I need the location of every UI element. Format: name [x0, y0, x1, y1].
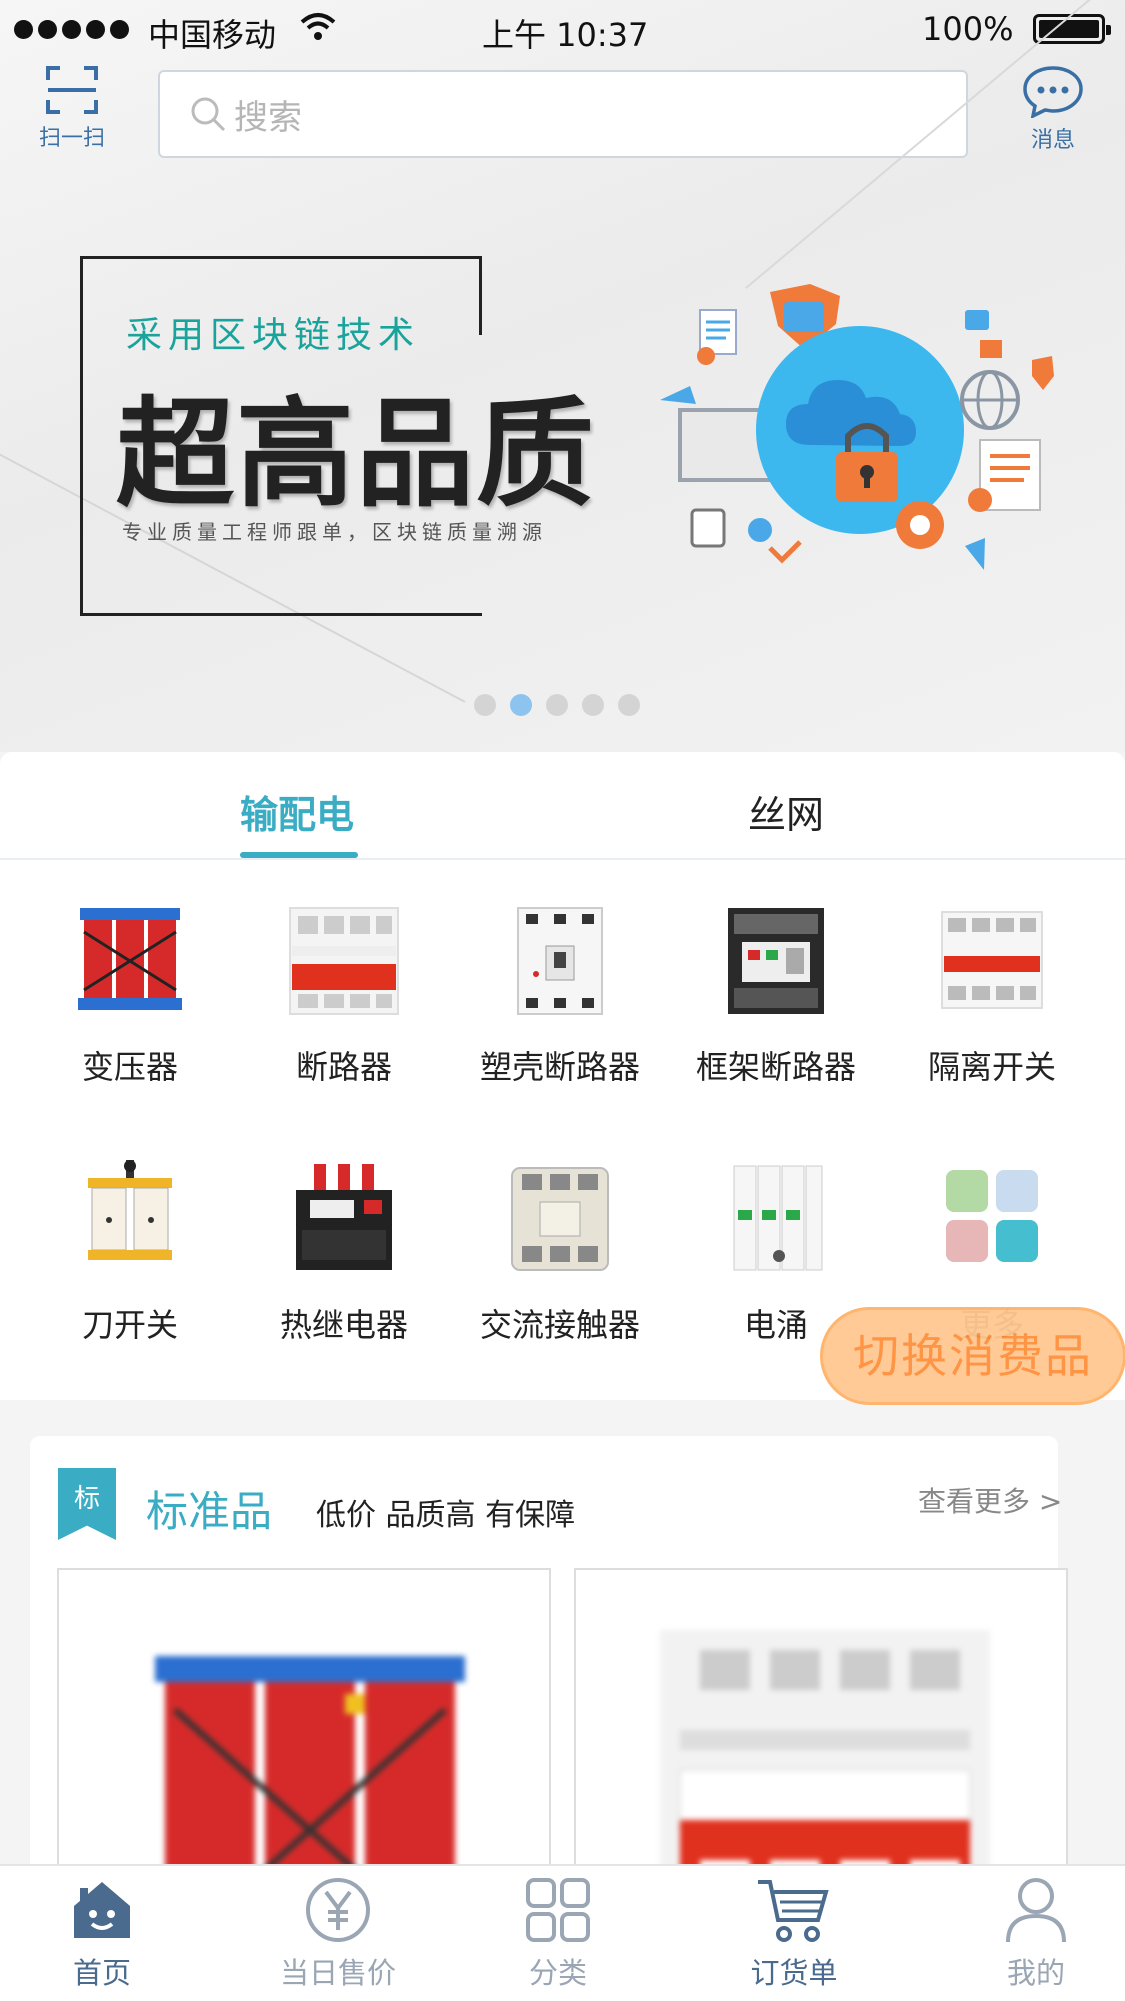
bottom-navigation: 首页 当日售价 分类 订货单 我的 [0, 1864, 1125, 2001]
banner-title: 超高品质 [116, 385, 597, 523]
surge-protector-icon [733, 1165, 823, 1271]
carrier-name: 中国移动 [148, 16, 277, 54]
category-circuit-breaker[interactable]: 断路器 [244, 902, 444, 1088]
cart-icon [758, 1880, 829, 1942]
category-mccb[interactable]: 塑壳断路器 [460, 902, 660, 1088]
grid-icon [526, 1878, 590, 1942]
switch-to-consumer-button[interactable]: 切换消费品 [820, 1307, 1125, 1405]
nav-order-list[interactable]: 订货单 [704, 1874, 884, 1992]
search-input[interactable]: 搜索 [158, 70, 968, 158]
pagination-dot[interactable] [618, 694, 640, 716]
category-transformer[interactable]: 变压器 [30, 902, 230, 1088]
category-thermal-relay[interactable]: 热继电器 [244, 1160, 444, 1346]
nav-label: 分类 [528, 1956, 587, 1990]
nav-home[interactable]: 首页 [12, 1874, 192, 1992]
category-label: 热继电器 [279, 1306, 408, 1344]
message-label: 消息 [1030, 128, 1075, 153]
mccb-icon [517, 907, 603, 1015]
category-label: 交流接触器 [479, 1306, 640, 1344]
battery-icon [1033, 14, 1111, 44]
clock: 上午 10:37 [482, 16, 649, 54]
circuit-breaker-icon [289, 907, 399, 1015]
banner-pagination[interactable] [474, 694, 640, 716]
chat-bubble-icon [1023, 66, 1083, 118]
category-contactor[interactable]: 交流接触器 [460, 1160, 660, 1346]
category-label: 变压器 [81, 1048, 178, 1086]
banner-subtitle: 采用区块链技术 [126, 315, 421, 356]
pagination-dot[interactable] [546, 694, 568, 716]
view-more-link[interactable]: 查看更多 > [918, 1480, 1062, 1520]
tab-divider [0, 858, 1125, 860]
isolator-icon [941, 911, 1043, 1009]
battery-percent: 100% [922, 10, 1014, 48]
category-label: 框架断路器 [695, 1048, 856, 1086]
category-knife-switch[interactable]: 刀开关 [30, 1160, 230, 1346]
tab-power-distribution[interactable]: 输配电 [240, 784, 354, 839]
category-label: 断路器 [295, 1048, 392, 1086]
cloud-security-illustration [660, 284, 1054, 570]
nav-label: 我的 [1006, 1956, 1065, 1990]
standard-slogan: 低价 品质高 有保障 [316, 1498, 576, 1533]
user-icon [1006, 1878, 1066, 1943]
status-bar: 中国移动 上午 10:37 100% [0, 0, 1125, 58]
nav-category[interactable]: 分类 [468, 1874, 648, 1992]
nav-label: 订货单 [750, 1956, 838, 1990]
contactor-icon [511, 1167, 609, 1271]
thermal-relay-icon [296, 1164, 392, 1270]
banner-description: 专业质量工程师跟单，区块链质量溯源 [122, 520, 547, 544]
nav-daily-price[interactable]: 当日售价 [248, 1874, 428, 1992]
tab-wire-mesh[interactable]: 丝网 [748, 784, 824, 839]
pagination-dot[interactable] [474, 694, 496, 716]
signal-icon [14, 20, 129, 39]
category-label: 刀开关 [81, 1306, 178, 1344]
acb-icon [728, 908, 824, 1014]
wifi-icon [300, 12, 336, 50]
yuan-icon [306, 1878, 370, 1942]
more-grid-icon [946, 1170, 1038, 1262]
scan-icon [46, 66, 98, 114]
knife-switch-icon [88, 1160, 172, 1260]
pagination-dot[interactable] [582, 694, 604, 716]
category-isolator[interactable]: 隔离开关 [892, 902, 1092, 1088]
hero-banner-area: 中国移动 上午 10:37 100% 扫一扫 搜索 消息 采用区块链技术 超高品… [0, 0, 1125, 752]
home-icon [74, 1882, 130, 1938]
search-icon [191, 97, 226, 132]
category-label: 塑壳断路器 [479, 1048, 640, 1086]
scan-label: 扫一扫 [38, 126, 105, 151]
nav-profile[interactable]: 我的 [946, 1874, 1125, 1992]
pagination-dot-active[interactable] [510, 694, 532, 716]
message-button[interactable]: 消息 [1005, 64, 1101, 154]
standard-title: 标准品 [146, 1487, 273, 1536]
scan-button[interactable]: 扫一扫 [24, 64, 120, 152]
category-acb[interactable]: 框架断路器 [676, 902, 876, 1088]
nav-label: 当日售价 [279, 1956, 396, 1990]
search-placeholder: 搜索 [234, 97, 302, 138]
transformer-icon [78, 908, 182, 1010]
nav-label: 首页 [72, 1956, 131, 1990]
category-label: 隔离开关 [927, 1048, 1056, 1086]
